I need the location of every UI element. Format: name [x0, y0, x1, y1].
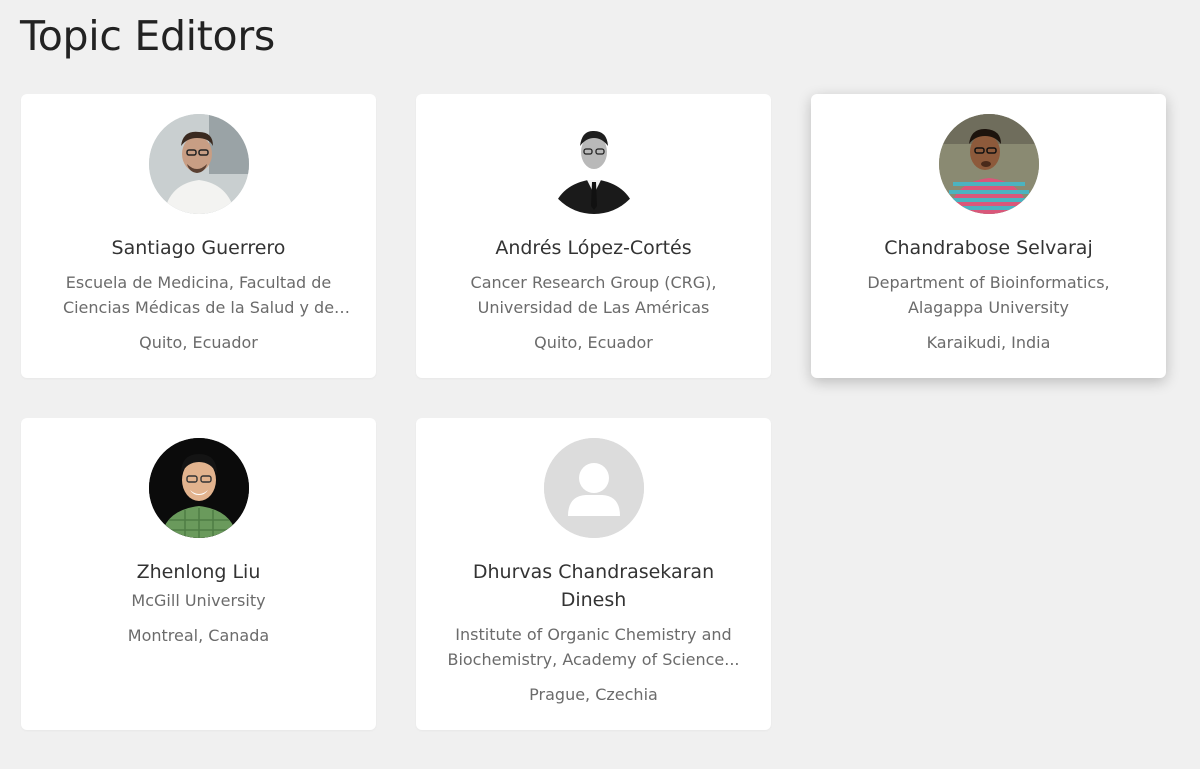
editor-location: Montreal, Canada [127, 626, 270, 645]
person-photo-icon [543, 114, 644, 214]
editor-name[interactable]: Chandrabose Selvaraj [811, 234, 1166, 262]
editor-card[interactable]: Chandrabose Selvaraj Department of Bioin… [811, 94, 1166, 378]
editor-affiliation: Institute of Organic Chemistry and Bioch… [447, 625, 740, 669]
editor-name[interactable]: Andrés López-Cortés [416, 234, 771, 262]
editor-card[interactable]: Santiago Guerrero Escuela de Medicina, F… [21, 94, 376, 378]
editor-location: Prague, Czechia [529, 685, 658, 704]
editor-card[interactable]: Andrés López-Cortés Cancer Research Grou… [416, 94, 771, 378]
editor-name[interactable]: Zhenlong Liu [21, 558, 376, 586]
person-photo-icon [148, 114, 249, 214]
editor-name[interactable]: Santiago Guerrero [21, 234, 376, 262]
page-title: Topic Editors [20, 12, 275, 60]
avatar[interactable] [148, 438, 249, 538]
avatar[interactable] [148, 114, 249, 214]
person-photo-icon [148, 438, 249, 538]
editor-affiliation: McGill University [131, 591, 266, 610]
editor-card[interactable]: Dhurvas Chandrasekaran Dinesh Institute … [416, 418, 771, 730]
avatar[interactable] [543, 438, 644, 538]
editor-affiliation: Cancer Research Group (CRG), Universidad… [470, 273, 717, 317]
avatar[interactable] [938, 114, 1039, 214]
editor-affiliation: Escuela de Medicina, Facultad de Ciencia… [62, 273, 335, 317]
editor-card[interactable]: Zhenlong Liu McGill University Montreal,… [21, 418, 376, 730]
editor-name[interactable]: Dhurvas Chandrasekaran Dinesh [416, 558, 771, 614]
editor-location: Quito, Ecuador [534, 333, 653, 352]
default-user-icon [543, 438, 644, 538]
editor-location: Karaikudi, India [926, 333, 1051, 352]
editor-affiliation: Department of Bioinformatics, Alagappa U… [867, 273, 1110, 317]
editor-location: Quito, Ecuador [139, 333, 258, 352]
person-photo-icon [938, 114, 1039, 214]
avatar[interactable] [543, 114, 644, 214]
